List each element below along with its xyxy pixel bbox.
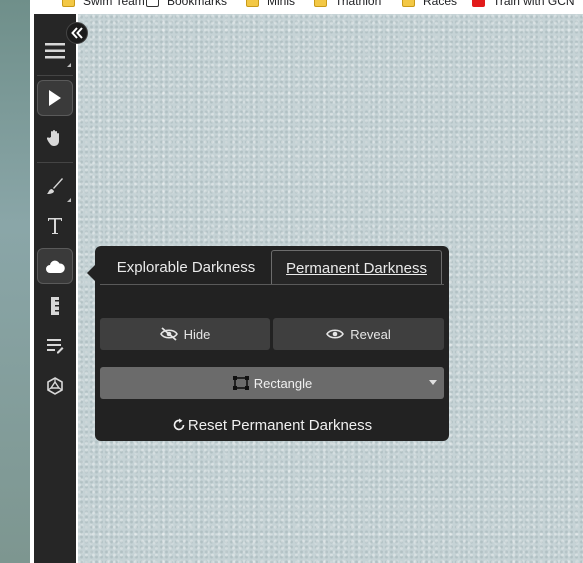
toolbar xyxy=(34,14,76,563)
reset-permanent-darkness-button[interactable]: Reset Permanent Darkness xyxy=(100,412,444,438)
toolbar-divider xyxy=(37,162,73,163)
bookmark-label: Swim Team xyxy=(83,0,145,8)
text-icon xyxy=(48,218,62,234)
shape-label: Rectangle xyxy=(253,375,313,391)
bookmark-label: Races xyxy=(423,0,458,8)
hide-label: Hide xyxy=(183,326,211,342)
submenu-indicator xyxy=(67,63,71,67)
bookmark-swim-team[interactable]: Swim Team xyxy=(62,0,145,8)
collapse-toolbar-button[interactable] xyxy=(66,22,88,44)
hide-button[interactable]: Hide xyxy=(100,318,270,350)
select-tool-button[interactable] xyxy=(37,80,73,116)
bookmark-train-with-gcn[interactable]: Train with GCN xyxy=(472,0,575,8)
bookmark-minis[interactable]: Minis xyxy=(246,0,295,8)
folder-icon xyxy=(246,0,259,7)
folder-icon xyxy=(402,0,415,7)
draw-tool-button[interactable] xyxy=(37,168,73,204)
fog-of-war-tool-button[interactable] xyxy=(37,248,73,284)
folder-icon xyxy=(314,0,327,7)
menu-icon xyxy=(45,43,65,59)
refresh-icon xyxy=(173,418,185,431)
bookmark-triathlon[interactable]: Triathlon xyxy=(314,0,381,8)
ruler-icon xyxy=(51,297,59,315)
eye-icon xyxy=(326,329,345,339)
measure-tool-button[interactable] xyxy=(37,288,73,324)
bookmark-label: Triathlon xyxy=(335,0,382,8)
dropdown-caret-icon xyxy=(429,380,437,385)
bookmark-label: Train with GCN xyxy=(493,0,575,8)
shape-select[interactable]: Rectangle xyxy=(100,367,444,399)
tab-permanent-darkness[interactable]: Permanent Darkness xyxy=(271,250,442,285)
toolbar-divider xyxy=(37,75,73,76)
page-icon xyxy=(146,0,159,7)
youtube-icon xyxy=(472,0,485,7)
bookmark-races[interactable]: Races xyxy=(402,0,457,8)
bookmark-bookmarks[interactable]: Bookmarks xyxy=(146,0,227,8)
tab-divider xyxy=(100,284,444,285)
submenu-indicator xyxy=(67,198,71,202)
eye-slash-icon xyxy=(159,327,178,341)
tab-explorable-darkness[interactable]: Explorable Darkness xyxy=(101,250,271,285)
folder-icon xyxy=(62,0,75,7)
text-tool-button[interactable] xyxy=(37,208,73,244)
tab-label: Explorable Darkness xyxy=(116,259,256,276)
bookmarks-bar: Swim Team Bookmarks Minis Triathlon Race… xyxy=(36,0,583,14)
bookmark-label: Minis xyxy=(267,0,296,8)
desktop-background xyxy=(0,0,32,563)
notes-icon xyxy=(47,339,64,354)
dice-tool-button[interactable] xyxy=(37,368,73,404)
notes-tool-button[interactable] xyxy=(37,328,73,364)
reset-label: Reset Permanent Darkness xyxy=(187,416,373,434)
reveal-button[interactable]: Reveal xyxy=(273,318,444,350)
tab-label: Permanent Darkness xyxy=(286,259,427,277)
bookmark-label: Bookmarks xyxy=(167,0,228,8)
brush-icon xyxy=(47,178,63,194)
cloud-icon xyxy=(46,260,65,273)
darkness-panel: Explorable Darkness Permanent Darkness H… xyxy=(95,246,449,441)
pointer-icon xyxy=(49,90,61,106)
hand-icon xyxy=(47,130,59,146)
dice-icon xyxy=(47,377,63,395)
rectangle-icon xyxy=(232,376,249,390)
pan-tool-button[interactable] xyxy=(37,120,73,156)
double-chevron-left-icon xyxy=(71,27,83,39)
reveal-label: Reveal xyxy=(350,326,391,342)
